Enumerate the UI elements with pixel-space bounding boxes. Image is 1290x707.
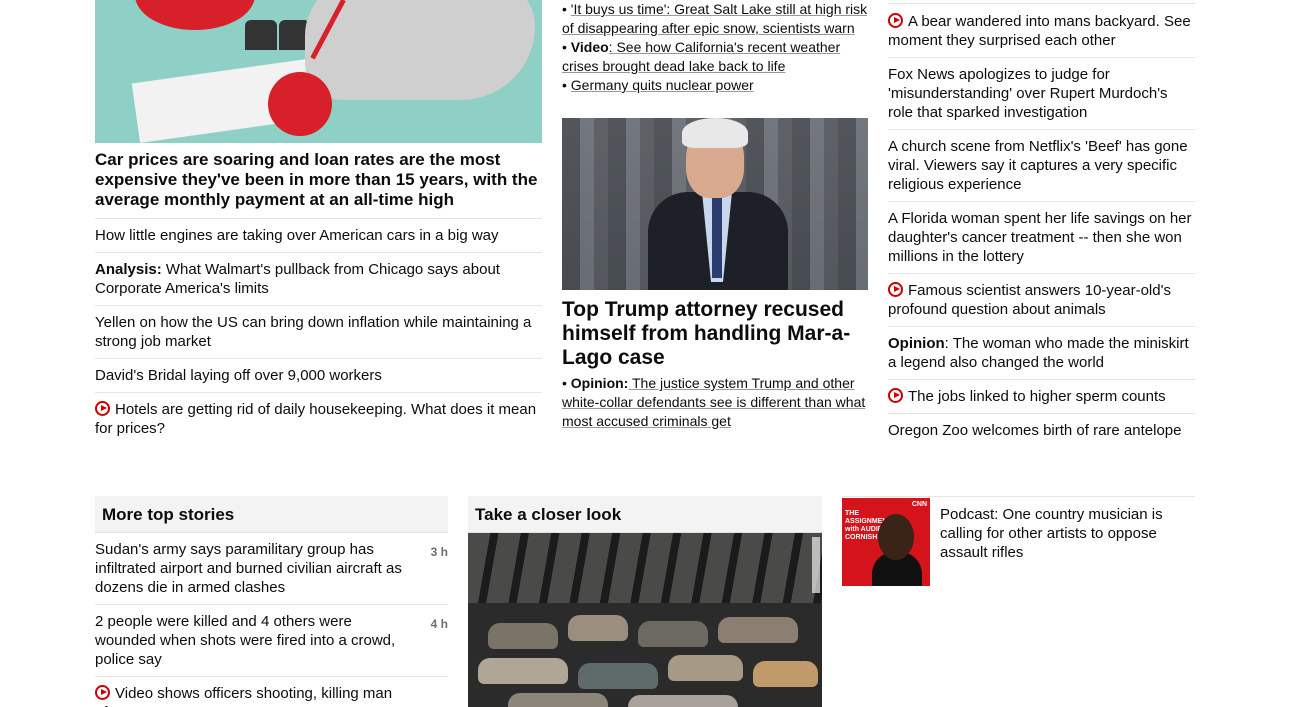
section-title: Take a closer look	[468, 496, 822, 533]
list-item[interactable]: The jobs linked to higher sperm counts	[888, 380, 1195, 414]
more-top-stories: More top stories Sudan's army says param…	[95, 496, 448, 707]
list-item[interactable]: How little engines are taking over Ameri…	[95, 219, 542, 253]
car-prices-image[interactable]	[95, 0, 542, 143]
car-collection-image[interactable]	[468, 533, 822, 707]
bullet-item[interactable]: • 'It buys us time': Great Salt Lake sti…	[562, 0, 868, 38]
opinion-label: Opinion	[888, 335, 945, 352]
item-text[interactable]: How little engines are taking over Ameri…	[95, 227, 499, 244]
list-item[interactable]: Opinion: The woman who made the miniskir…	[888, 327, 1195, 380]
closer-look-section: Take a closer look	[468, 496, 822, 707]
bullet: •	[562, 1, 567, 17]
video-label: Video	[570, 39, 609, 55]
car-prices-headline[interactable]: Car prices are soaring and loan rates ar…	[95, 150, 542, 219]
story-row[interactable]: Sudan's army says paramilitary group has…	[95, 533, 448, 605]
item-text[interactable]: Famous scientist answers 10-year-old's p…	[888, 282, 1171, 318]
item-text[interactable]: Yellen on how the US can bring down infl…	[95, 314, 531, 350]
story-row[interactable]: 2 people were killed and 4 others were w…	[95, 605, 448, 677]
list-item[interactable]: Fox News apologizes to judge for 'misund…	[888, 58, 1195, 130]
video-play-icon	[888, 13, 903, 28]
item-text[interactable]: A Florida woman spent her life savings o…	[888, 210, 1192, 265]
item-text[interactable]: Fox News apologizes to judge for 'misund…	[888, 66, 1168, 121]
related-bullets: • 'It buys us time': Great Salt Lake sti…	[562, 0, 868, 95]
podcast-promo[interactable]: CNN THE ASSIGNMENT with AUDIE CORNISH Po…	[842, 496, 1195, 586]
bullet: •	[562, 375, 567, 391]
business-list: How little engines are taking over Ameri…	[95, 219, 542, 445]
list-item[interactable]: Hotels are getting rid of daily housekee…	[95, 393, 542, 445]
list-item[interactable]: A church scene from Netflix's 'Beef' has…	[888, 130, 1195, 202]
list-item[interactable]: A bear wandered into mans backyard. See …	[888, 3, 1195, 58]
podcast-image[interactable]: CNN THE ASSIGNMENT with AUDIE CORNISH	[842, 498, 930, 586]
story-text[interactable]: 2 people were killed and 4 others were w…	[95, 612, 413, 669]
list-item[interactable]: A Florida woman spent her life savings o…	[888, 202, 1195, 274]
list-item[interactable]: Oregon Zoo welcomes birth of rare antelo…	[888, 414, 1195, 447]
item-text[interactable]: Oregon Zoo welcomes birth of rare antelo…	[888, 422, 1182, 439]
politics-column: • 'It buys us time': Great Salt Lake sti…	[562, 0, 868, 429]
bullet-item[interactable]: • Germany quits nuclear power	[562, 76, 868, 95]
item-text[interactable]: Hotels are getting rid of daily housekee…	[95, 401, 536, 437]
opinion-label: Opinion:	[570, 375, 629, 391]
video-play-icon	[888, 388, 903, 403]
timestamp: 4 h	[430, 617, 448, 631]
trump-attorney-headline[interactable]: Top Trump attorney recused himself from …	[562, 298, 868, 370]
bullet: •	[562, 77, 567, 93]
list-item[interactable]: Analysis: What Walmart's pullback from C…	[95, 253, 542, 306]
trending-column: A bear wandered into mans backyard. See …	[888, 0, 1195, 447]
cnn-logo: CNN	[911, 501, 927, 508]
list-item[interactable]: David's Bridal laying off over 9,000 wor…	[95, 359, 542, 393]
bullet-link[interactable]: Germany quits nuclear power	[571, 77, 754, 93]
story-text[interactable]: Sudan's army says paramilitary group has…	[95, 540, 413, 597]
item-text[interactable]: A bear wandered into mans backyard. See …	[888, 13, 1191, 49]
timestamp: 3 h	[430, 545, 448, 559]
bullet-item[interactable]: • Video: See how California's recent wea…	[562, 38, 868, 76]
item-text[interactable]: The jobs linked to higher sperm counts	[908, 388, 1166, 405]
bullet: •	[562, 39, 567, 55]
trending-list: A bear wandered into mans backyard. See …	[888, 3, 1195, 447]
story-row[interactable]: Video shows officers shooting, killing m…	[95, 677, 448, 707]
list-item[interactable]: Yellen on how the US can bring down infl…	[95, 306, 542, 359]
bullet-link[interactable]: 'It buys us time': Great Salt Lake still…	[562, 1, 867, 36]
video-play-icon	[95, 401, 110, 416]
podcast-text[interactable]: Podcast: One country musician is calling…	[930, 497, 1195, 586]
section-title: More top stories	[95, 496, 448, 533]
video-play-icon	[888, 282, 903, 297]
trump-attorney-image[interactable]	[562, 118, 868, 290]
item-text[interactable]: A church scene from Netflix's 'Beef' has…	[888, 138, 1188, 193]
business-column: Car prices are soaring and loan rates ar…	[95, 0, 542, 445]
video-play-icon	[95, 685, 110, 700]
list-item[interactable]: Famous scientist answers 10-year-old's p…	[888, 274, 1195, 327]
story-text[interactable]: Video shows officers shooting, killing m…	[95, 685, 392, 707]
item-text[interactable]: David's Bridal laying off over 9,000 wor…	[95, 367, 382, 384]
opinion-bullet[interactable]: • Opinion: The justice system Trump and …	[562, 374, 868, 431]
analysis-label: Analysis:	[95, 261, 162, 278]
